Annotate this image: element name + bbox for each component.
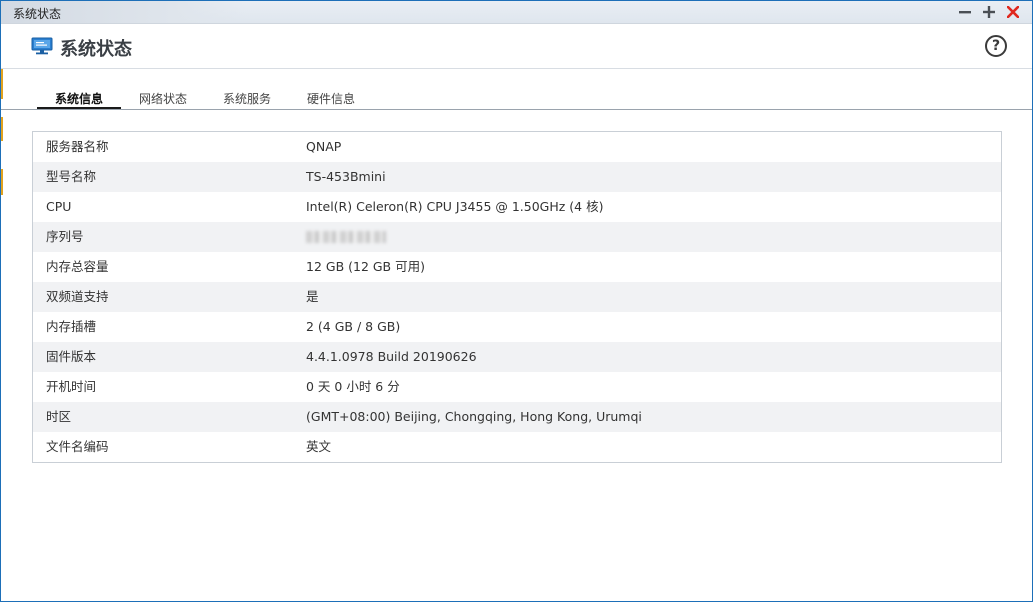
row-label: 服务器名称	[46, 139, 109, 154]
row-label: CPU	[46, 199, 72, 214]
row-label: 固件版本	[46, 349, 97, 364]
plus-icon	[983, 6, 995, 18]
info-row-firmware-version: 固件版本 4.4.1.0978 Build 20190626	[33, 342, 1001, 372]
info-row-filename-encoding: 文件名编码 英文	[33, 432, 1001, 462]
info-row-dual-channel: 双频道支持 是	[33, 282, 1001, 312]
row-value: 4.4.1.0978 Build 20190626	[306, 349, 477, 364]
row-value: (GMT+08:00) Beijing, Chongqing, Hong Kon…	[306, 409, 642, 424]
row-label: 文件名编码	[46, 439, 109, 454]
row-label: 型号名称	[46, 169, 97, 184]
row-label: 序列号	[46, 229, 84, 244]
row-value: 12 GB (12 GB 可用)	[306, 259, 425, 274]
info-row-cpu: CPU Intel(R) Celeron(R) CPU J3455 @ 1.50…	[33, 192, 1001, 222]
edge-accent	[1, 169, 3, 195]
row-value: 是	[306, 289, 319, 304]
row-label: 内存总容量	[46, 259, 109, 274]
row-label: 开机时间	[46, 379, 97, 394]
row-value: Intel(R) Celeron(R) CPU J3455 @ 1.50GHz …	[306, 199, 604, 214]
window-title: 系统状态	[13, 7, 62, 21]
close-icon	[1007, 6, 1019, 18]
info-row-server-name: 服务器名称 QNAP	[33, 132, 1001, 162]
row-value: 0 天 0 小时 6 分	[306, 379, 400, 394]
row-value: 2 (4 GB / 8 GB)	[306, 319, 401, 334]
help-button[interactable]: ?	[985, 35, 1007, 57]
title-bar[interactable]: 系统状态	[1, 1, 1032, 24]
row-label: 双频道支持	[46, 289, 109, 304]
monitor-icon	[31, 37, 53, 55]
tab-system-info[interactable]: 系统信息	[37, 89, 121, 109]
minimize-icon	[959, 11, 971, 14]
system-info-table: 服务器名称 QNAP 型号名称 TS-453Bmini CPU Intel(R)…	[32, 131, 1002, 463]
page-title: 系统状态	[60, 39, 132, 60]
minimize-button[interactable]	[955, 3, 975, 21]
tab-network-status[interactable]: 网络状态	[127, 89, 199, 108]
info-row-timezone: 时区 (GMT+08:00) Beijing, Chongqing, Hong …	[33, 402, 1001, 432]
tab-bar: 系统信息 网络状态 系统服务 硬件信息	[1, 89, 1032, 110]
row-label: 内存插槽	[46, 319, 97, 334]
info-row-serial-number: 序列号	[33, 222, 1001, 252]
app-header: 系统状态 ?	[1, 24, 1032, 69]
row-label: 时区	[46, 409, 72, 424]
redacted-serial-value	[306, 231, 386, 243]
info-row-model-name: 型号名称 TS-453Bmini	[33, 162, 1001, 192]
help-icon: ?	[991, 38, 1001, 54]
info-row-total-memory: 内存总容量 12 GB (12 GB 可用)	[33, 252, 1001, 282]
row-value: 英文	[306, 439, 332, 454]
edge-accent	[1, 117, 3, 141]
info-row-memory-slots: 内存插槽 2 (4 GB / 8 GB)	[33, 312, 1001, 342]
tab-system-services[interactable]: 系统服务	[211, 89, 283, 108]
system-status-window: 系统状态 系统状态 ? 系统信息 网络状态 系统服务 硬件信息 服务器名称 QN…	[0, 0, 1033, 602]
row-value: QNAP	[306, 139, 342, 154]
info-row-uptime: 开机时间 0 天 0 小时 6 分	[33, 372, 1001, 402]
tab-hardware-info[interactable]: 硬件信息	[295, 89, 367, 108]
maximize-button[interactable]	[979, 3, 999, 21]
row-value: TS-453Bmini	[306, 169, 386, 184]
close-button[interactable]	[1003, 3, 1023, 21]
